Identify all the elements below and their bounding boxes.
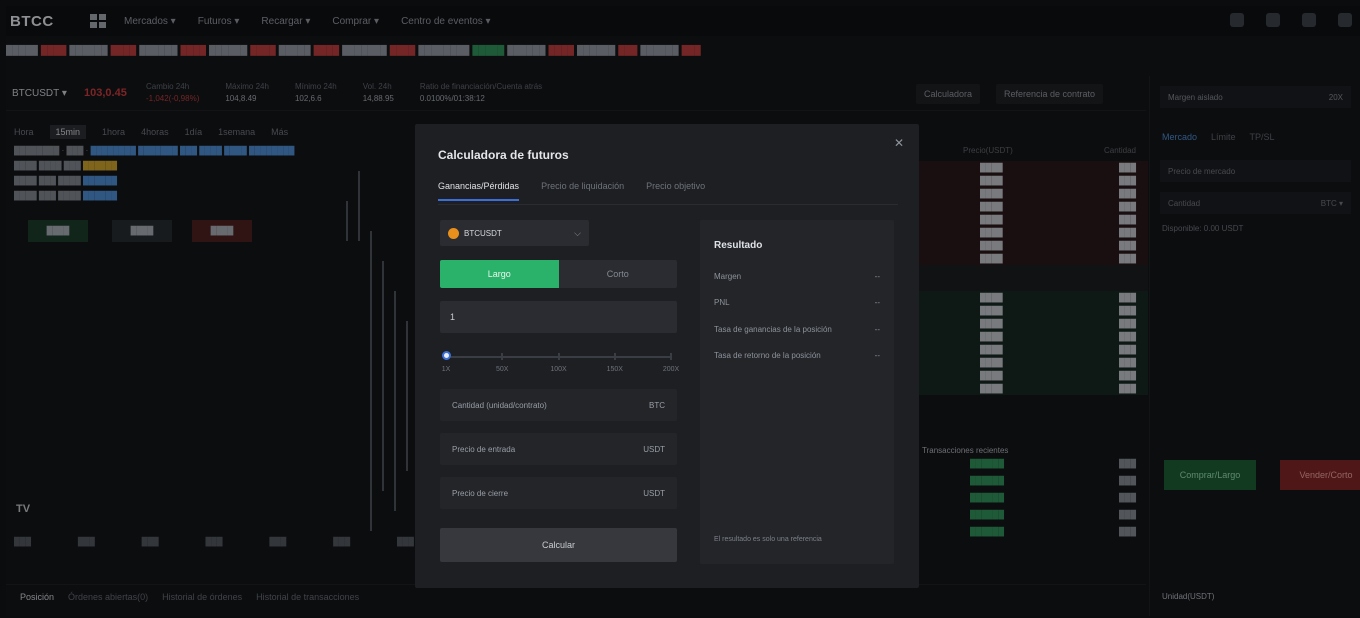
slider-tick[interactable] xyxy=(613,353,616,360)
slider-tick-label: 100X xyxy=(550,366,567,373)
tab-target-price[interactable]: Precio objetivo xyxy=(646,181,705,201)
futures-calculator-modal: ✕ Calculadora de futuros Ganancias/Pérdi… xyxy=(415,124,919,588)
close-icon[interactable]: ✕ xyxy=(893,137,905,149)
short-button[interactable]: Corto xyxy=(559,260,678,288)
direction-toggle: Largo Corto xyxy=(440,260,677,288)
calculator-tabs: Ganancias/Pérdidas Precio de liquidación… xyxy=(438,181,705,201)
result-title: Resultado xyxy=(714,240,763,251)
bitcoin-icon xyxy=(448,227,459,239)
result-row-pnl: PNL -- xyxy=(714,298,880,307)
tab-pnl[interactable]: Ganancias/Pérdidas xyxy=(438,181,520,201)
exit-price-field[interactable]: Precio de cierre USDT xyxy=(440,477,677,509)
quantity-field[interactable]: Cantidad (unidad/contrato) BTC xyxy=(440,389,677,421)
result-row-profit-rate: Tasa de ganancias de la posición -- xyxy=(714,325,880,334)
entry-price-field[interactable]: Precio de entrada USDT xyxy=(440,433,677,465)
tabs-divider xyxy=(438,204,898,205)
slider-tick-label: 1X xyxy=(441,366,451,373)
slider-tick-label: 50X xyxy=(496,366,509,373)
slider-tick[interactable] xyxy=(501,353,504,360)
long-button[interactable]: Largo xyxy=(440,260,559,288)
slider-handle[interactable] xyxy=(442,351,451,360)
calculator-inputs: BTCUSDT ⌵ Largo Corto 1 1X 50X 100X 150X 200… xyxy=(440,220,680,509)
slider-tick-label: 200X xyxy=(662,366,680,373)
result-row-margin: Margen -- xyxy=(714,272,880,281)
leverage-slider[interactable]: 1X 50X 100X 150X 200X xyxy=(440,351,680,377)
result-disclaimer: El resultado es solo una referencia xyxy=(714,536,822,543)
slider-tick[interactable] xyxy=(670,353,672,360)
slider-tick-label: 150X xyxy=(606,366,623,373)
tab-liquidation-price[interactable]: Precio de liquidación xyxy=(541,181,624,201)
slider-tick[interactable] xyxy=(557,353,560,360)
symbol-value: BTCUSDT xyxy=(464,228,502,238)
modal-title: Calculadora de futuros xyxy=(438,148,569,162)
chevron-down-icon: ⌵ xyxy=(574,227,581,238)
result-row-return-rate: Tasa de retorno de la posición -- xyxy=(714,351,880,360)
result-panel: Resultado Margen -- PNL -- Tasa de gananci… xyxy=(700,220,894,564)
leverage-input[interactable]: 1 xyxy=(440,301,677,333)
symbol-select[interactable]: BTCUSDT ⌵ xyxy=(440,220,589,246)
calculate-button[interactable]: Calcular xyxy=(440,528,677,562)
